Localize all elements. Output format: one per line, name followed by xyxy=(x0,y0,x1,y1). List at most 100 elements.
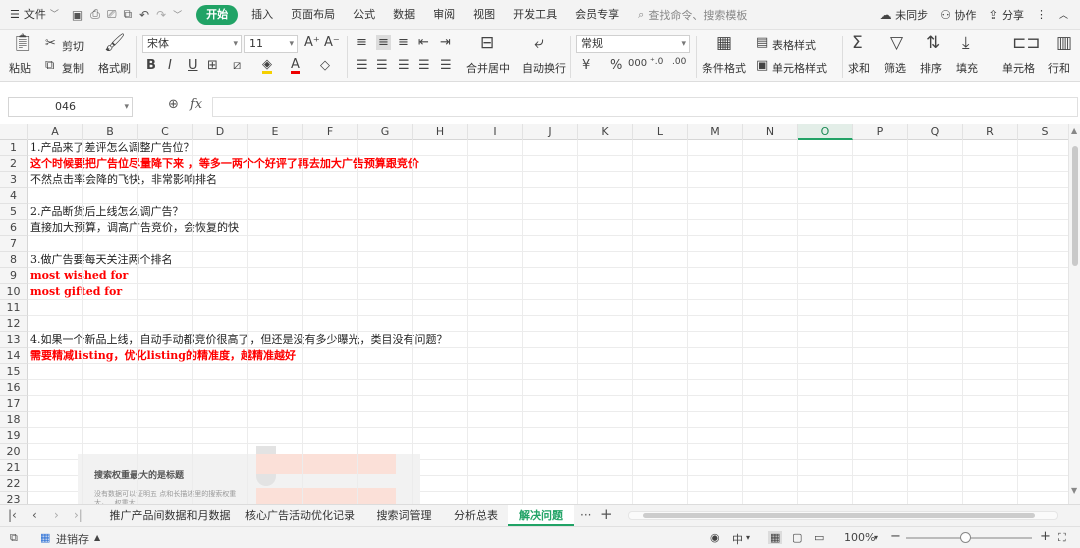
normal-view-icon[interactable]: ▦ xyxy=(768,531,783,544)
row-header-13[interactable]: 13 xyxy=(0,332,28,348)
decrease-font-icon[interactable]: A⁻ xyxy=(324,35,340,50)
sum-button[interactable]: 求和 xyxy=(848,60,870,76)
zoom-out-icon[interactable]: − xyxy=(890,529,901,544)
horizontal-scroll-thumb[interactable] xyxy=(643,513,1035,518)
row-header-12[interactable]: 12 xyxy=(0,316,28,332)
tab-view[interactable]: 视图 xyxy=(464,0,504,30)
input-mode-indicator[interactable]: 中 xyxy=(732,531,743,547)
justify-icon[interactable]: ☰ xyxy=(418,58,430,73)
sync-button[interactable]: ☁ 未同步 xyxy=(880,7,929,23)
vertical-scrollbar[interactable]: ▲ ▼ xyxy=(1068,124,1080,504)
tab-data[interactable]: 数据 xyxy=(384,0,424,30)
font-size-select[interactable]: 11 ▾ xyxy=(244,35,298,53)
row-header-10[interactable]: 10 xyxy=(0,284,28,300)
align-middle-icon[interactable]: ≡ xyxy=(376,35,391,50)
wrap-text-button[interactable]: 自动换行 xyxy=(522,60,566,76)
fill-icon[interactable]: ⤓ xyxy=(962,33,970,53)
column-header-s[interactable]: S xyxy=(1018,124,1068,140)
vertical-scroll-thumb[interactable] xyxy=(1072,146,1078,266)
column-header-b[interactable]: B xyxy=(83,124,138,140)
tab-member[interactable]: 会员专享 xyxy=(566,0,628,30)
cell-a14[interactable]: 需要精减listing，优化listing的精准度，越精准越好 xyxy=(30,348,296,364)
align-center-icon[interactable]: ☰ xyxy=(376,58,388,73)
cell-a13[interactable]: 4.如果一个新品上线，自动手动都竞价很高了，但还是没有多少曝光，类目没有问题？ xyxy=(30,332,448,348)
scroll-up-icon[interactable]: ▲ xyxy=(1071,126,1077,135)
sheet-tab-search-terms[interactable]: 搜索词管理 xyxy=(364,505,444,526)
row-header-22[interactable]: 22 xyxy=(0,476,28,492)
distribute-icon[interactable]: ☰ xyxy=(440,58,452,73)
row-header-23[interactable]: 23 xyxy=(0,492,28,504)
cut-button[interactable]: 剪切 xyxy=(62,38,84,54)
column-header-g[interactable]: G xyxy=(358,124,413,140)
tab-formulas[interactable]: 公式 xyxy=(344,0,384,30)
chevron-down-icon[interactable]: ▾ xyxy=(874,533,878,542)
row-header-15[interactable]: 15 xyxy=(0,364,28,380)
save-icon[interactable]: ▣ xyxy=(72,8,83,22)
first-sheet-icon[interactable]: |‹ xyxy=(8,508,17,522)
cell-a8[interactable]: 3.做广告要每天关注两个排名 xyxy=(30,252,173,268)
font-name-select[interactable]: 宋体 ▾ xyxy=(142,35,242,53)
column-header-i[interactable]: I xyxy=(468,124,523,140)
cell-style-button[interactable]: 单元格样式 xyxy=(772,60,827,76)
border-icon[interactable]: ⊞ xyxy=(207,58,218,73)
more-options-icon[interactable]: ⋮ xyxy=(1036,8,1047,21)
cell-a6[interactable]: 直接加大预算，调高广告竞价，会恢复的快 xyxy=(30,220,239,236)
conditional-format-icon[interactable]: ▦ xyxy=(716,33,732,53)
table-style-button[interactable]: 表格样式 xyxy=(772,37,816,53)
fill-button[interactable]: 填充 xyxy=(956,60,978,76)
sheet-tab-solve-problems[interactable]: 解决问题 xyxy=(508,505,574,526)
cell-a10[interactable]: most gifted for xyxy=(30,284,122,300)
align-bottom-icon[interactable]: ≡ xyxy=(398,35,409,50)
tab-insert[interactable]: 插入 xyxy=(242,0,282,30)
indent-decrease-icon[interactable]: ⇤ xyxy=(418,35,429,50)
grid-row[interactable] xyxy=(28,252,1068,268)
sheet-tab-core-ads[interactable]: 核心广告活动优化记录 xyxy=(238,505,362,526)
grid-row[interactable] xyxy=(28,428,1068,444)
grid-row[interactable] xyxy=(28,364,1068,380)
grid-row[interactable] xyxy=(28,204,1068,220)
align-left-icon[interactable]: ☰ xyxy=(356,58,368,73)
chevron-down-icon[interactable]: ▾ xyxy=(746,533,750,542)
merge-center-icon[interactable]: ⊟ xyxy=(480,33,494,53)
row-header-4[interactable]: 4 xyxy=(0,188,28,204)
column-header-a[interactable]: A xyxy=(28,124,83,140)
collapse-ribbon-icon[interactable]: ︿ xyxy=(1059,8,1068,21)
grid-row[interactable] xyxy=(28,380,1068,396)
row-header-17[interactable]: 17 xyxy=(0,396,28,412)
column-header-e[interactable]: E xyxy=(248,124,303,140)
row-header-7[interactable]: 7 xyxy=(0,236,28,252)
highlight-color-icon[interactable]: ◈ xyxy=(262,58,272,74)
sheet-tab-promo-data[interactable]: 推广产品间数据和月数据 xyxy=(104,505,236,526)
inventory-label[interactable]: 进销存 xyxy=(56,531,89,547)
number-format-select[interactable]: 常规 ▾ xyxy=(576,35,690,53)
format-painter-button[interactable]: 格式刷 xyxy=(98,60,131,76)
backup-icon[interactable]: ⧉ xyxy=(10,531,18,545)
command-search[interactable]: ⌕ 查找命令、搜索模板 xyxy=(628,7,757,23)
zoom-search-icon[interactable]: ⊕ xyxy=(168,97,179,112)
cells-button[interactable]: 单元格 xyxy=(1002,60,1035,76)
conditional-format-button[interactable]: 条件格式 xyxy=(702,60,746,76)
column-header-d[interactable]: D xyxy=(193,124,248,140)
filter-icon[interactable]: ▽ xyxy=(890,33,903,53)
last-sheet-icon[interactable]: ›| xyxy=(74,508,83,522)
formula-input[interactable] xyxy=(212,97,1078,117)
italic-icon[interactable]: I xyxy=(168,58,172,73)
zoom-slider[interactable] xyxy=(906,532,1032,543)
print-icon[interactable]: ⎙ xyxy=(90,7,100,22)
share-button[interactable]: ⇪ 分享 xyxy=(988,7,1024,23)
zoom-slider-knob[interactable] xyxy=(960,532,971,543)
row-header-14[interactable]: 14 xyxy=(0,348,28,364)
indent-increase-icon[interactable]: ⇥ xyxy=(440,35,451,50)
grid-row[interactable] xyxy=(28,300,1068,316)
clear-format-icon[interactable]: ◇ xyxy=(320,58,330,73)
fx-icon[interactable]: fx xyxy=(190,97,202,112)
page-layout-view-icon[interactable]: ▢ xyxy=(792,531,802,544)
copy-button[interactable]: 复制 xyxy=(62,60,84,76)
grid-row[interactable] xyxy=(28,284,1068,300)
column-header-c[interactable]: C xyxy=(138,124,193,140)
cell-fill-icon[interactable]: ⧄ xyxy=(233,58,241,73)
tab-developer[interactable]: 开发工具 xyxy=(504,0,566,30)
row-header-8[interactable]: 8 xyxy=(0,252,28,268)
merge-center-button[interactable]: 合并居中 xyxy=(466,60,510,76)
chevron-up-icon[interactable]: ▲ xyxy=(94,533,100,542)
